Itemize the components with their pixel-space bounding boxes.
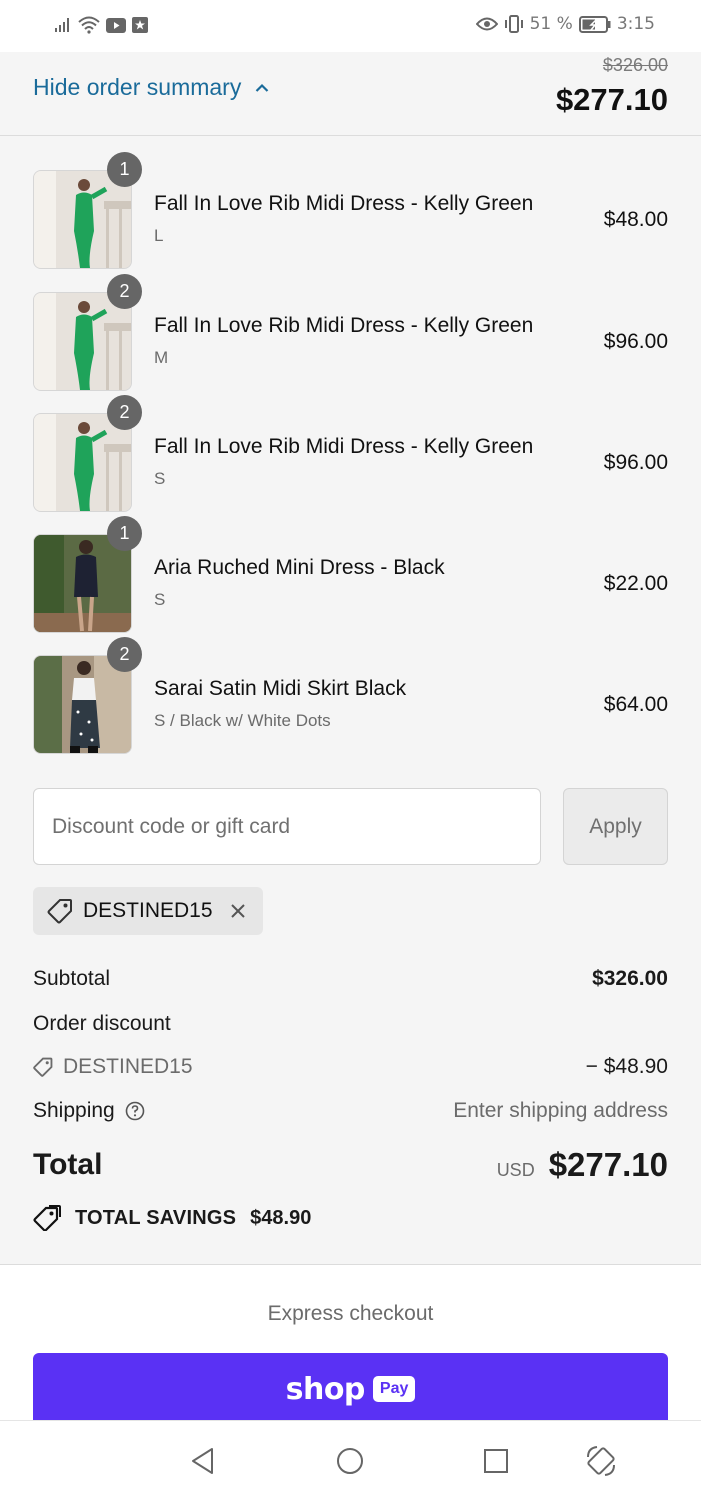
quantity-badge: 2	[107, 274, 142, 309]
status-bar: 51 % 3:15	[0, 0, 701, 52]
item-title: Fall In Love Rib Midi Dress - Kelly Gree…	[154, 314, 534, 337]
total-value: $277.10	[548, 1146, 668, 1183]
savings-value: $48.90	[250, 1206, 312, 1229]
clock: 3:15	[616, 14, 655, 34]
item-title: Fall In Love Rib Midi Dress - Kelly Gree…	[154, 192, 534, 215]
signal-icon	[55, 18, 69, 32]
item-price: $48.00	[603, 208, 668, 231]
item-title: Fall In Love Rib Midi Dress - Kelly Gree…	[154, 435, 534, 458]
rotate-icon	[587, 1446, 615, 1476]
chevron-up-icon	[256, 83, 269, 92]
youtube-icon	[106, 17, 126, 33]
close-icon	[231, 904, 245, 918]
remove-discount-button[interactable]	[227, 900, 249, 922]
vibrate-icon	[504, 15, 523, 33]
applied-code: DESTINED15	[83, 899, 213, 922]
help-icon[interactable]	[125, 1101, 145, 1121]
pay-label: Pay	[372, 1376, 416, 1402]
recents-button[interactable]	[478, 1443, 514, 1479]
shipping-value: Enter shipping address	[453, 1099, 668, 1122]
home-button[interactable]	[332, 1443, 368, 1479]
subtotal-label: Subtotal	[33, 967, 111, 990]
app-icon	[132, 17, 148, 33]
item-title: Aria Ruched Mini Dress - Black	[154, 556, 445, 579]
order-discount-label: Order discount	[33, 1012, 171, 1035]
list-item: 2 Fall In Love Rib Midi Dress - Kelly Gr…	[0, 274, 701, 392]
home-icon	[337, 1448, 363, 1474]
total-row: Total USD $277.10	[33, 1146, 668, 1184]
total-label: Total	[33, 1148, 103, 1181]
eye-icon	[475, 17, 498, 31]
savings-label: TOTAL SAVINGS	[75, 1206, 237, 1229]
discount-code-label: DESTINED15	[63, 1055, 193, 1078]
quantity-badge: 1	[107, 516, 142, 551]
navigation-bar	[0, 1420, 701, 1500]
express-checkout-title: Express checkout	[267, 1302, 434, 1325]
tag-icon	[47, 899, 72, 924]
header-total: $277.10	[555, 82, 668, 117]
status-icons-left	[54, 16, 148, 34]
item-variant: M	[154, 348, 169, 367]
recents-icon	[484, 1449, 508, 1473]
original-total: $326.00	[602, 55, 668, 75]
item-title: Sarai Satin Midi Skirt Black	[154, 677, 407, 700]
subtotal-row: Subtotal $326.00	[33, 967, 668, 991]
discount-code-input[interactable]	[33, 788, 541, 865]
tag-icon	[33, 1057, 53, 1077]
item-price: $22.00	[603, 572, 668, 595]
discount-code-row: DESTINED15 − $48.90	[33, 1055, 668, 1079]
shipping-row: Shipping Enter shipping address	[33, 1099, 668, 1123]
list-item: 2 Sarai Satin Midi Skirt Black S / Black…	[0, 637, 701, 755]
wifi-icon	[78, 16, 100, 34]
item-variant: S	[154, 469, 166, 488]
hide-order-summary-toggle[interactable]: Hide order summary	[33, 74, 269, 101]
shipping-label: Shipping	[33, 1099, 115, 1122]
battery-percent: 51 %	[529, 14, 573, 34]
apply-button[interactable]: Apply	[563, 788, 668, 865]
applied-discount-chip: DESTINED15	[33, 887, 263, 935]
quantity-badge: 1	[107, 152, 142, 187]
back-button[interactable]	[185, 1443, 221, 1479]
back-icon	[192, 1448, 213, 1474]
subtotal-value: $326.00	[592, 967, 668, 990]
quantity-badge: 2	[107, 395, 142, 430]
battery-icon	[578, 15, 611, 33]
item-price: $96.00	[603, 330, 668, 353]
item-price: $96.00	[603, 451, 668, 474]
item-variant: S / Black w/ White Dots	[154, 711, 331, 730]
status-icons-right: 51 % 3:15	[475, 14, 655, 34]
order-discount-row: Order discount	[33, 1012, 668, 1036]
item-variant: S	[154, 590, 166, 609]
currency-code: USD	[496, 1160, 535, 1180]
list-item: 1 Aria Ruched Mini Dress - Black S $22.0…	[0, 516, 701, 634]
toggle-label: Hide order summary	[33, 74, 242, 100]
shop-pay-logo: shop	[285, 1371, 366, 1407]
list-item: 2 Fall In Love Rib Midi Dress - Kelly Gr…	[0, 395, 701, 513]
total-savings: TOTAL SAVINGS $48.90	[33, 1205, 311, 1231]
list-item: 1 Fall In Love Rib Midi Dress - Kelly Gr…	[0, 152, 701, 270]
item-price: $64.00	[603, 693, 668, 716]
item-variant: L	[154, 226, 164, 245]
rotate-button[interactable]	[583, 1443, 619, 1479]
shop-pay-button[interactable]: shop Pay	[33, 1353, 668, 1425]
quantity-badge: 2	[107, 637, 142, 672]
express-checkout: Express checkout shop Pay	[0, 1264, 701, 1425]
savings-tag-icon	[33, 1205, 61, 1231]
discount-value: − $48.90	[585, 1055, 668, 1078]
